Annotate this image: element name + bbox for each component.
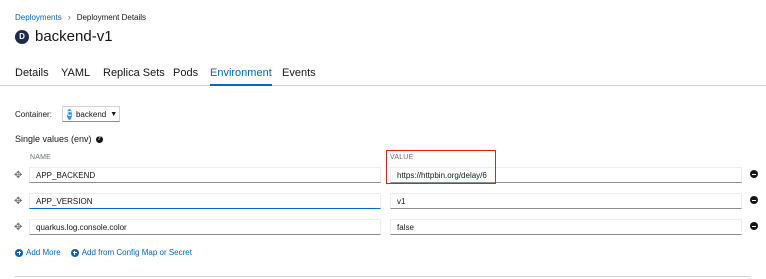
tab-bar: Details YAML Replica Sets Pods Environme… [0, 63, 766, 86]
page-header: Deployments › Deployment Details D backe… [0, 0, 766, 63]
tab-yaml[interactable]: YAML [61, 67, 90, 85]
env-section-title-text: Single values (env) [15, 134, 92, 144]
caret-down-icon: ▼ [110, 110, 118, 118]
env-actions: Add More Add from Config Map or Secret [15, 248, 192, 257]
drag-handle-icon[interactable]: ✥ [14, 222, 22, 233]
deployment-badge-icon: D [15, 29, 29, 44]
breadcrumb: Deployments › Deployment Details [15, 12, 146, 22]
container-badge-icon: C [66, 108, 72, 120]
chevron-right-icon: › [67, 12, 71, 22]
env-name-input[interactable]: APP_BACKEND [29, 167, 381, 183]
add-more-label: Add More [26, 248, 61, 257]
remove-row-icon[interactable] [750, 196, 758, 204]
plus-circle-icon [15, 248, 23, 257]
container-dropdown-value: backend [75, 109, 107, 119]
container-label: Container: [15, 109, 52, 119]
tab-details[interactable]: Details [15, 67, 49, 85]
add-more-button[interactable]: Add More [15, 248, 61, 257]
env-value-input[interactable]: v1 [390, 193, 742, 209]
value-highlight-box [386, 150, 496, 184]
remove-row-icon[interactable] [750, 222, 758, 230]
divider [15, 276, 751, 277]
help-icon[interactable]: ? [95, 135, 103, 143]
name-column-header: NAME [30, 154, 52, 161]
env-row: ✥ APP_VERSION v1 [0, 191, 766, 211]
env-value-input[interactable]: false [390, 219, 742, 235]
env-section-title: Single values (env) ? [15, 134, 103, 144]
breadcrumb-deployments-link[interactable]: Deployments [15, 13, 62, 22]
drag-handle-icon[interactable]: ✥ [14, 170, 22, 181]
tab-pods[interactable]: Pods [173, 67, 198, 85]
resource-name: backend-v1 [35, 28, 113, 45]
page-title: D backend-v1 [15, 28, 113, 45]
tab-environment[interactable]: Environment [210, 67, 272, 86]
plus-circle-icon [70, 248, 79, 257]
add-from-config-map-button[interactable]: Add from Config Map or Secret [70, 248, 192, 257]
container-selector-row: Container: C backend ▼ [15, 106, 120, 122]
remove-row-icon[interactable] [750, 170, 758, 178]
drag-handle-icon[interactable]: ✥ [14, 196, 22, 207]
env-name-input[interactable]: APP_VERSION [29, 193, 381, 209]
env-row: ✥ quarkus.log.console.color false [0, 217, 766, 237]
tab-replica-sets[interactable]: Replica Sets [103, 67, 165, 85]
add-from-config-map-label: Add from Config Map or Secret [81, 248, 192, 257]
container-dropdown[interactable]: C backend ▼ [61, 106, 120, 122]
tab-events[interactable]: Events [282, 67, 316, 85]
env-name-input[interactable]: quarkus.log.console.color [29, 219, 381, 235]
breadcrumb-current: Deployment Details [76, 12, 147, 22]
env-row: ✥ APP_BACKEND https://httpbin.org/delay/… [0, 165, 766, 185]
